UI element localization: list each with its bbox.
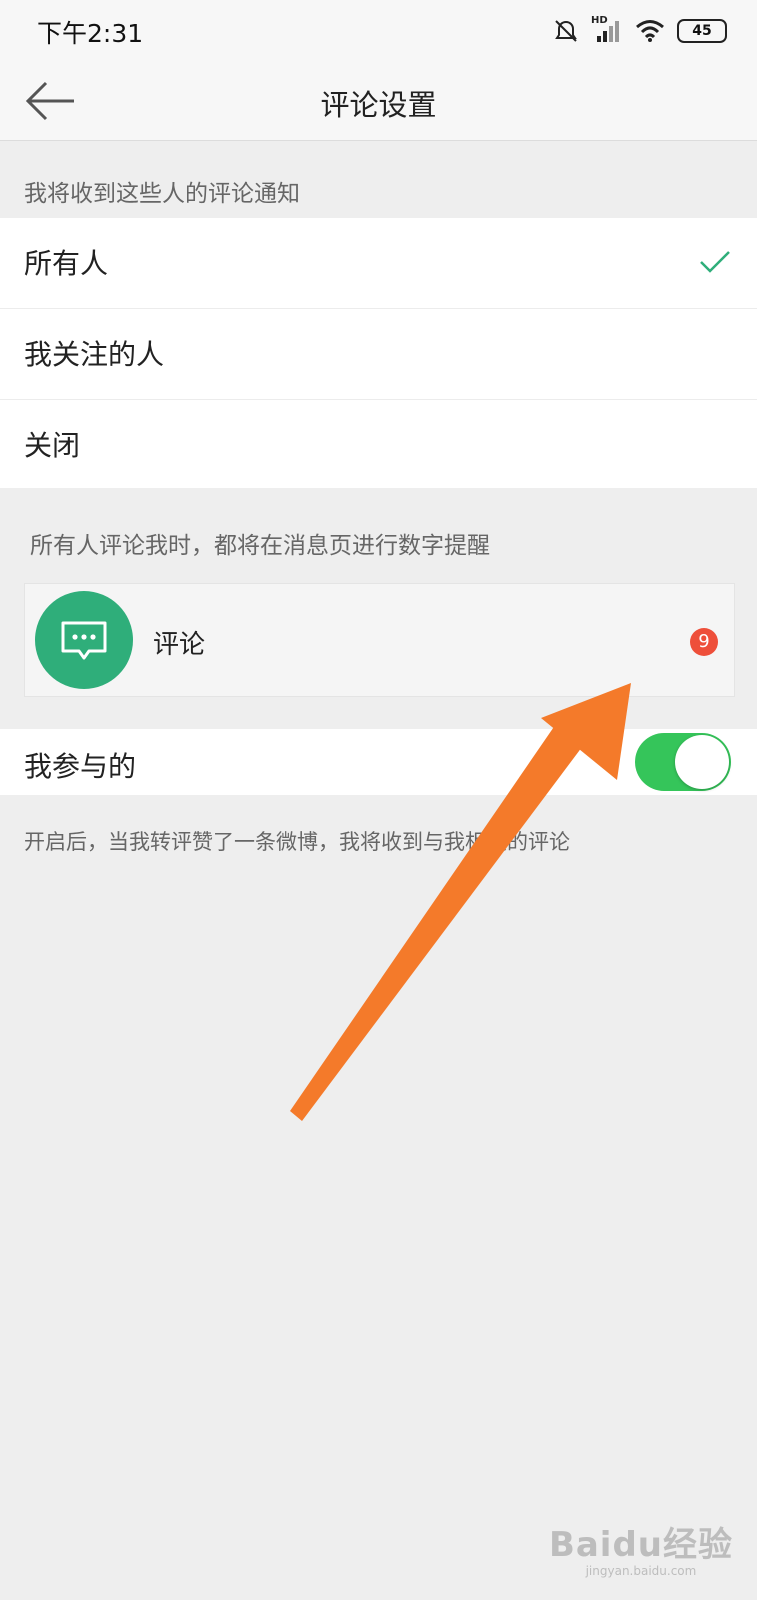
signal-icon: HD — [591, 15, 623, 44]
watermark-url: jingyan.baidu.com — [585, 1564, 697, 1578]
status-icons: HD 45 — [553, 15, 727, 46]
participated-toggle[interactable] — [635, 733, 731, 791]
baidu-watermark: Baidu经验 jingyan.baidu.com — [549, 1517, 733, 1578]
battery-icon: 45 — [677, 19, 727, 43]
option-label: 我关注的人 — [24, 338, 165, 371]
option-label: 所有人 — [24, 247, 109, 280]
participated-description: 开启后，当我转评赞了一条微博，我将收到与我相关的评论 — [24, 830, 570, 854]
top-nav-bar: 评论设置 — [0, 62, 757, 141]
option-following[interactable]: 我关注的人 — [0, 309, 757, 400]
battery-level: 45 — [692, 23, 712, 39]
watermark-logo: Baidu经验 — [548, 1525, 733, 1565]
preview-section-hint: 所有人评论我时，都将在消息页进行数字提醒 — [30, 533, 490, 559]
comment-bubble-icon — [61, 621, 107, 660]
comment-avatar — [35, 591, 133, 689]
option-label: 关闭 — [24, 429, 81, 462]
checkmark-icon — [700, 251, 730, 273]
option-off[interactable]: 关闭 — [0, 400, 757, 488]
alarm-off-icon — [555, 20, 577, 42]
option-everyone[interactable]: 所有人 — [0, 218, 757, 309]
notify-option-list: 所有人 我关注的人 关闭 — [0, 218, 757, 488]
status-bar: 下午2:31 HD 45 — [0, 0, 757, 62]
wifi-icon — [636, 20, 664, 42]
status-time: 下午2:31 — [37, 19, 144, 48]
comment-label: 评论 — [153, 630, 206, 660]
unread-count-badge: 9 — [690, 628, 718, 656]
comment-notification-preview: 评论 9 — [24, 583, 735, 697]
notify-section-hint: 我将收到这些人的评论通知 — [24, 181, 300, 207]
participated-row: 我参与的 — [0, 729, 757, 795]
toggle-knob — [675, 735, 729, 789]
participated-label: 我参与的 — [24, 750, 137, 783]
page-title: 评论设置 — [320, 88, 437, 122]
